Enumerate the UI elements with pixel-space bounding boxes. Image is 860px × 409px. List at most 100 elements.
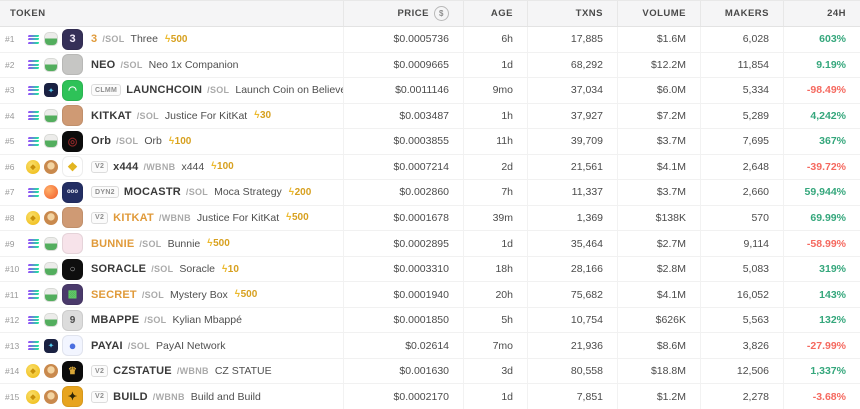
solana-chain-icon (26, 185, 40, 199)
header-cell-24h[interactable]: 24H (783, 1, 860, 26)
change-24h-cell: 132% (783, 308, 860, 333)
txns-cell-value: 1,369 (577, 212, 603, 224)
token-symbol: KITKAT (113, 212, 154, 224)
token-row[interactable]: #13✦●PAYAI/SOLPayAI Network$0.026147mo21… (0, 333, 860, 359)
txns-cell: 21,936 (527, 333, 617, 358)
makers-cell: 6,028 (700, 27, 783, 52)
token-row[interactable]: #9BUNNIE/SOLBunnieϟ500$0.00028951d35,464… (0, 231, 860, 257)
token-row[interactable]: #5◎Orb/SOLOrbϟ100$0.000385511h39,709$3.7… (0, 129, 860, 155)
change-24h-cell: -3.68% (783, 384, 860, 409)
token-rank: #11 (5, 290, 26, 300)
token-row[interactable]: #10○SORACLE/SOLSoracleϟ10$0.000331018h28… (0, 257, 860, 283)
price-cell: $0.0005736 (343, 27, 463, 52)
token-row[interactable]: #6◆❖V2x444/WBNBx444ϟ100$0.00072142d21,56… (0, 155, 860, 181)
lightning-icon: ϟ (222, 264, 227, 275)
change-24h-value: 9.19% (816, 59, 846, 71)
token-name: Bunnie (168, 238, 201, 250)
bsc-chain-icon: ◆ (26, 364, 40, 378)
token-row[interactable]: #14◆♛V2CZSTATUE/WBNBCZ STATUE$0.0016303d… (0, 359, 860, 385)
token-row[interactable]: #2NEO/SOLNeo 1x Companion$0.00096651d68,… (0, 53, 860, 79)
token-pair: /SOL (207, 85, 229, 95)
lightning-icon: ϟ (286, 212, 291, 223)
change-24h-cell: 69.99% (783, 206, 860, 231)
solana-chain-icon (26, 58, 40, 72)
makers-cell-value: 5,563 (743, 314, 769, 326)
token-avatar: ♛ (62, 361, 83, 382)
token-symbol: CZSTATUE (113, 365, 172, 377)
change-24h-cell: 59,944% (783, 180, 860, 205)
change-24h-cell: 4,242% (783, 104, 860, 129)
volume-cell-value: $18.8M (651, 365, 686, 377)
token-row[interactable]: #133/SOLThreeϟ500$0.00057366h17,885$1.6M… (0, 27, 860, 53)
token-row[interactable]: #4KITKAT/SOLJustice For KitKatϟ30$0.0034… (0, 104, 860, 130)
price-cell: $0.0007214 (343, 155, 463, 180)
token-cell: #10○SORACLE/SOLSoracleϟ10 (0, 257, 343, 282)
pumpswap-dex-icon (44, 313, 58, 327)
header-cell-volume[interactable]: VOLUME (617, 1, 700, 26)
token-rank: #15 (5, 392, 26, 402)
token-pair: /WBNB (177, 366, 209, 376)
age-cell-value: 1d (501, 238, 513, 250)
price-cell-value: $0.0011146 (395, 84, 449, 96)
makers-cell: 5,334 (700, 78, 783, 103)
boost-count: 10 (228, 264, 239, 275)
change-24h-cell: 367% (783, 129, 860, 154)
age-cell: 6h (463, 27, 527, 52)
volume-cell-value: $7.2M (657, 110, 686, 122)
makers-cell: 570 (700, 206, 783, 231)
header-cell-age[interactable]: AGE (463, 1, 527, 26)
token-cell: #9BUNNIE/SOLBunnieϟ500 (0, 231, 343, 256)
age-cell-value: 5h (501, 314, 513, 326)
volume-cell-value: $8.6M (657, 340, 686, 352)
makers-cell-value: 5,289 (743, 110, 769, 122)
price-cell: $0.02614 (343, 333, 463, 358)
pumpswap-dex-icon (44, 32, 58, 46)
age-cell-value: 20h (495, 289, 513, 301)
token-cell: #14◆♛V2CZSTATUE/WBNBCZ STATUE (0, 359, 343, 384)
change-24h-value: 69.99% (810, 212, 846, 224)
lightning-icon: ϟ (254, 110, 259, 121)
boost-count: 100 (217, 161, 234, 172)
token-row[interactable]: #15◆✦V2BUILD/WBNBBuild and Build$0.00021… (0, 384, 860, 409)
change-24h-value: 319% (819, 263, 846, 275)
header-cell-token[interactable]: TOKEN (0, 1, 343, 26)
makers-cell: 16,052 (700, 282, 783, 307)
makers-cell: 3,826 (700, 333, 783, 358)
txns-cell-value: 37,927 (571, 110, 603, 122)
token-name: Justice For KitKat (197, 212, 279, 224)
token-symbol: 3 (91, 33, 97, 45)
meteora-dex-icon (44, 185, 58, 199)
age-cell: 1d (463, 231, 527, 256)
header-cell-price[interactable]: PRICE$ (343, 1, 463, 26)
price-cell-value: $0.002860 (399, 186, 449, 198)
token-avatar: ❖ (62, 156, 83, 177)
token-name: PayAI Network (156, 340, 225, 352)
token-cell: #11▩SECRET/SOLMystery Boxϟ500 (0, 282, 343, 307)
token-symbol: SORACLE (91, 263, 146, 275)
change-24h-cell: 319% (783, 257, 860, 282)
price-cell-value: $0.003487 (399, 110, 449, 122)
change-24h-cell: -58.99% (783, 231, 860, 256)
volume-cell: $3.7M (617, 129, 700, 154)
txns-cell: 75,682 (527, 282, 617, 307)
price-cell-value: $0.0005736 (394, 33, 449, 45)
price-cell-value: $0.02614 (405, 340, 449, 352)
token-name: Moca Strategy (214, 186, 282, 198)
header-label-volume: VOLUME (642, 8, 686, 19)
header-cell-makers[interactable]: MAKERS (700, 1, 783, 26)
token-cell: #15◆✦V2BUILD/WBNBBuild and Build (0, 384, 343, 409)
solana-chain-icon (26, 313, 40, 327)
token-row[interactable]: #3✦◠CLMMLAUNCHCOIN/SOLLaunch Coin on Bel… (0, 78, 860, 104)
token-name: x444 (181, 161, 204, 173)
token-row[interactable]: #11▩SECRET/SOLMystery Boxϟ500$0.00019402… (0, 282, 860, 308)
makers-cell-value: 9,114 (744, 238, 770, 250)
age-cell-value: 1d (501, 391, 513, 403)
token-row[interactable]: #7oooDYN2MOCASTR/SOLMoca Strategyϟ200$0.… (0, 180, 860, 206)
header-label-24h: 24H (827, 8, 846, 19)
dollar-circle-icon[interactable]: $ (434, 6, 449, 21)
token-avatar: ▩ (62, 284, 83, 305)
header-cell-txns[interactable]: TXNS (527, 1, 617, 26)
token-row[interactable]: #129MBAPPE/SOLKylian Mbappé$0.00018505h1… (0, 308, 860, 334)
boost-badge: ϟ500 (165, 34, 187, 45)
token-row[interactable]: #8◆V2KITKAT/WBNBJustice For KitKatϟ500$0… (0, 206, 860, 232)
